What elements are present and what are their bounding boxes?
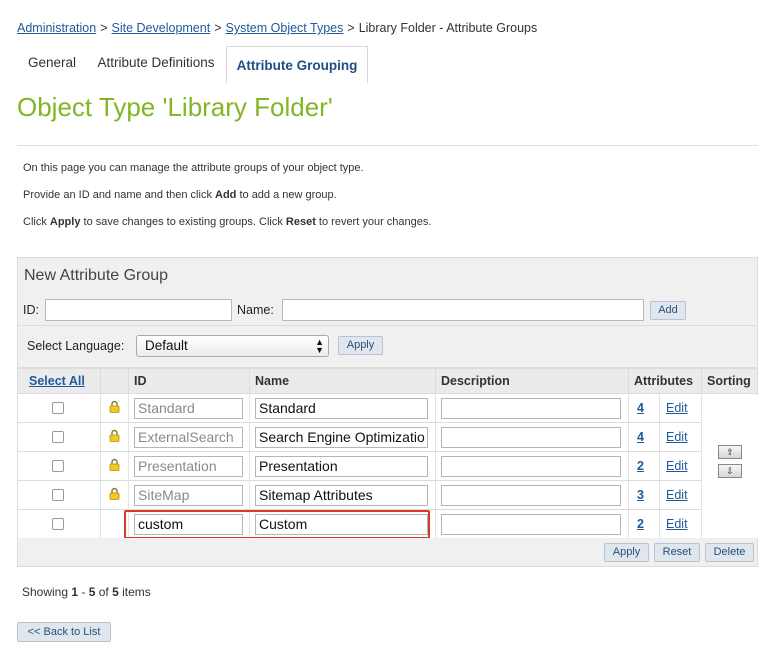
group-name-field[interactable]: Sitemap Attributes: [255, 485, 428, 506]
back-to-list-button[interactable]: << Back to List: [17, 622, 111, 642]
tab-attribute-definitions[interactable]: Attribute Definitions: [91, 46, 221, 83]
intro-bold-reset: Reset: [285, 216, 316, 228]
lock-cell: [100, 394, 128, 422]
paging-info: Showing 1 - 5 of 5 items: [22, 585, 151, 599]
row-checkbox[interactable]: [52, 402, 64, 414]
group-description-field[interactable]: [441, 485, 621, 506]
table-row: Standard Standard 4 Edit: [18, 394, 757, 423]
intro-bold-apply: Apply: [49, 216, 81, 228]
breadcrumb-current: Library Folder - Attribute Groups: [358, 21, 538, 35]
paging-text: Showing: [22, 585, 72, 599]
header-name: Name: [249, 369, 435, 393]
id-label: ID:: [23, 303, 39, 317]
header-select-all: Select All: [18, 369, 100, 393]
intro-line-2: Provide an ID and name and then click Ad…: [23, 189, 337, 201]
intro-line-1: On this page you can manage the attribut…: [23, 162, 364, 174]
edit-link[interactable]: Edit: [666, 459, 688, 473]
reset-button[interactable]: Reset: [654, 543, 700, 562]
group-name-field[interactable]: Presentation: [255, 456, 428, 477]
header-id: ID: [128, 369, 249, 393]
divider: [17, 145, 758, 146]
sort-down-button[interactable]: ⇩: [718, 464, 742, 478]
select-arrows-icon: ▲ ▼: [315, 337, 324, 355]
tab-bar: General Attribute Definitions Attribute …: [17, 46, 758, 83]
intro-line-3: Click Apply to save changes to existing …: [23, 216, 431, 228]
intro-text: Click: [23, 216, 50, 228]
header-lock: [100, 369, 128, 393]
edit-link[interactable]: Edit: [666, 430, 688, 444]
edit-link[interactable]: Edit: [666, 517, 688, 531]
paging-total: 5: [112, 585, 119, 599]
header-sorting: Sorting: [701, 369, 758, 393]
breadcrumb-separator: >: [347, 21, 355, 35]
group-description-field[interactable]: [441, 514, 621, 535]
select-all-link[interactable]: Select All: [29, 374, 85, 388]
intro-text: Provide an ID and name and then click: [23, 189, 216, 201]
intro-text: to save changes to existing groups. Clic…: [80, 216, 286, 228]
breadcrumb-separator: >: [214, 21, 222, 35]
tab-attribute-grouping[interactable]: Attribute Grouping: [226, 46, 368, 83]
table-action-bar: Apply Reset Delete: [17, 538, 758, 567]
intro-text: to revert your changes.: [315, 216, 432, 228]
attribute-count-link[interactable]: 3: [637, 488, 644, 502]
group-name-field[interactable]: Search Engine Optimizatio: [255, 427, 428, 448]
breadcrumb-link-system-object-types[interactable]: System Object Types: [226, 21, 344, 35]
breadcrumb-link-administration[interactable]: Administration: [17, 21, 96, 35]
table-row: ExternalSearch Search Engine Optimizatio…: [18, 423, 757, 452]
group-id-field: Standard: [134, 398, 243, 419]
new-group-id-input[interactable]: [45, 299, 232, 321]
group-description-field[interactable]: [441, 398, 621, 419]
paging-text: -: [78, 585, 89, 599]
edit-link[interactable]: Edit: [666, 488, 688, 502]
language-apply-button[interactable]: Apply: [338, 336, 383, 355]
language-select[interactable]: Default ▲ ▼: [136, 335, 329, 357]
select-language-label: Select Language:: [27, 339, 125, 353]
group-id-field: SiteMap: [134, 485, 243, 506]
table-row: Presentation Presentation 2 Edit: [18, 452, 757, 481]
language-select-value: Default: [145, 338, 188, 353]
tab-general[interactable]: General: [17, 46, 87, 83]
attribute-count-link[interactable]: 2: [637, 517, 644, 531]
attribute-count-link[interactable]: 4: [637, 430, 644, 444]
breadcrumb-separator: >: [100, 21, 108, 35]
apply-button[interactable]: Apply: [604, 543, 649, 562]
paging-text: of: [95, 585, 113, 599]
lock-cell: [100, 452, 128, 480]
sort-up-button[interactable]: ⇧: [718, 445, 742, 459]
name-label: Name:: [237, 303, 274, 317]
row-checkbox[interactable]: [52, 489, 64, 501]
table-header: Select All ID Name Description Attribute…: [18, 369, 757, 394]
add-button[interactable]: Add: [650, 301, 686, 320]
sorting-cell: ⇧ ⇩: [701, 395, 758, 539]
header-description: Description: [435, 369, 628, 393]
edit-link[interactable]: Edit: [666, 401, 688, 415]
panel-title: New Attribute Group: [24, 267, 169, 284]
header-attributes: Attributes: [628, 369, 701, 393]
row-checkbox[interactable]: [52, 518, 64, 530]
group-name-field[interactable]: Standard: [255, 398, 428, 419]
lock-cell: [100, 481, 128, 509]
row-checkbox[interactable]: [52, 431, 64, 443]
table-row: SiteMap Sitemap Attributes 3 Edit: [18, 481, 757, 510]
group-description-field[interactable]: [441, 427, 621, 448]
attribute-count-link[interactable]: 4: [637, 401, 644, 415]
intro-text: to add a new group.: [236, 189, 337, 201]
attribute-count-link[interactable]: 2: [637, 459, 644, 473]
language-bar: Select Language: Default ▲ ▼ Apply: [17, 326, 758, 368]
paging-text: items: [118, 585, 151, 599]
new-attribute-group-panel: New Attribute Group ID: Name: Add: [17, 257, 758, 326]
group-description-field[interactable]: [441, 456, 621, 477]
delete-button[interactable]: Delete: [705, 543, 754, 562]
breadcrumb: Administration > Site Development > System O…: [17, 21, 537, 35]
page-title: Object Type 'Library Folder': [17, 92, 333, 122]
highlight-box: [124, 510, 430, 539]
intro-bold-add: Add: [215, 189, 237, 201]
row-checkbox[interactable]: [52, 460, 64, 472]
group-id-field: Presentation: [134, 456, 243, 477]
new-group-name-input[interactable]: [282, 299, 644, 321]
breadcrumb-link-site-development[interactable]: Site Development: [112, 21, 211, 35]
group-id-field: ExternalSearch: [134, 427, 243, 448]
lock-cell: [100, 423, 128, 451]
